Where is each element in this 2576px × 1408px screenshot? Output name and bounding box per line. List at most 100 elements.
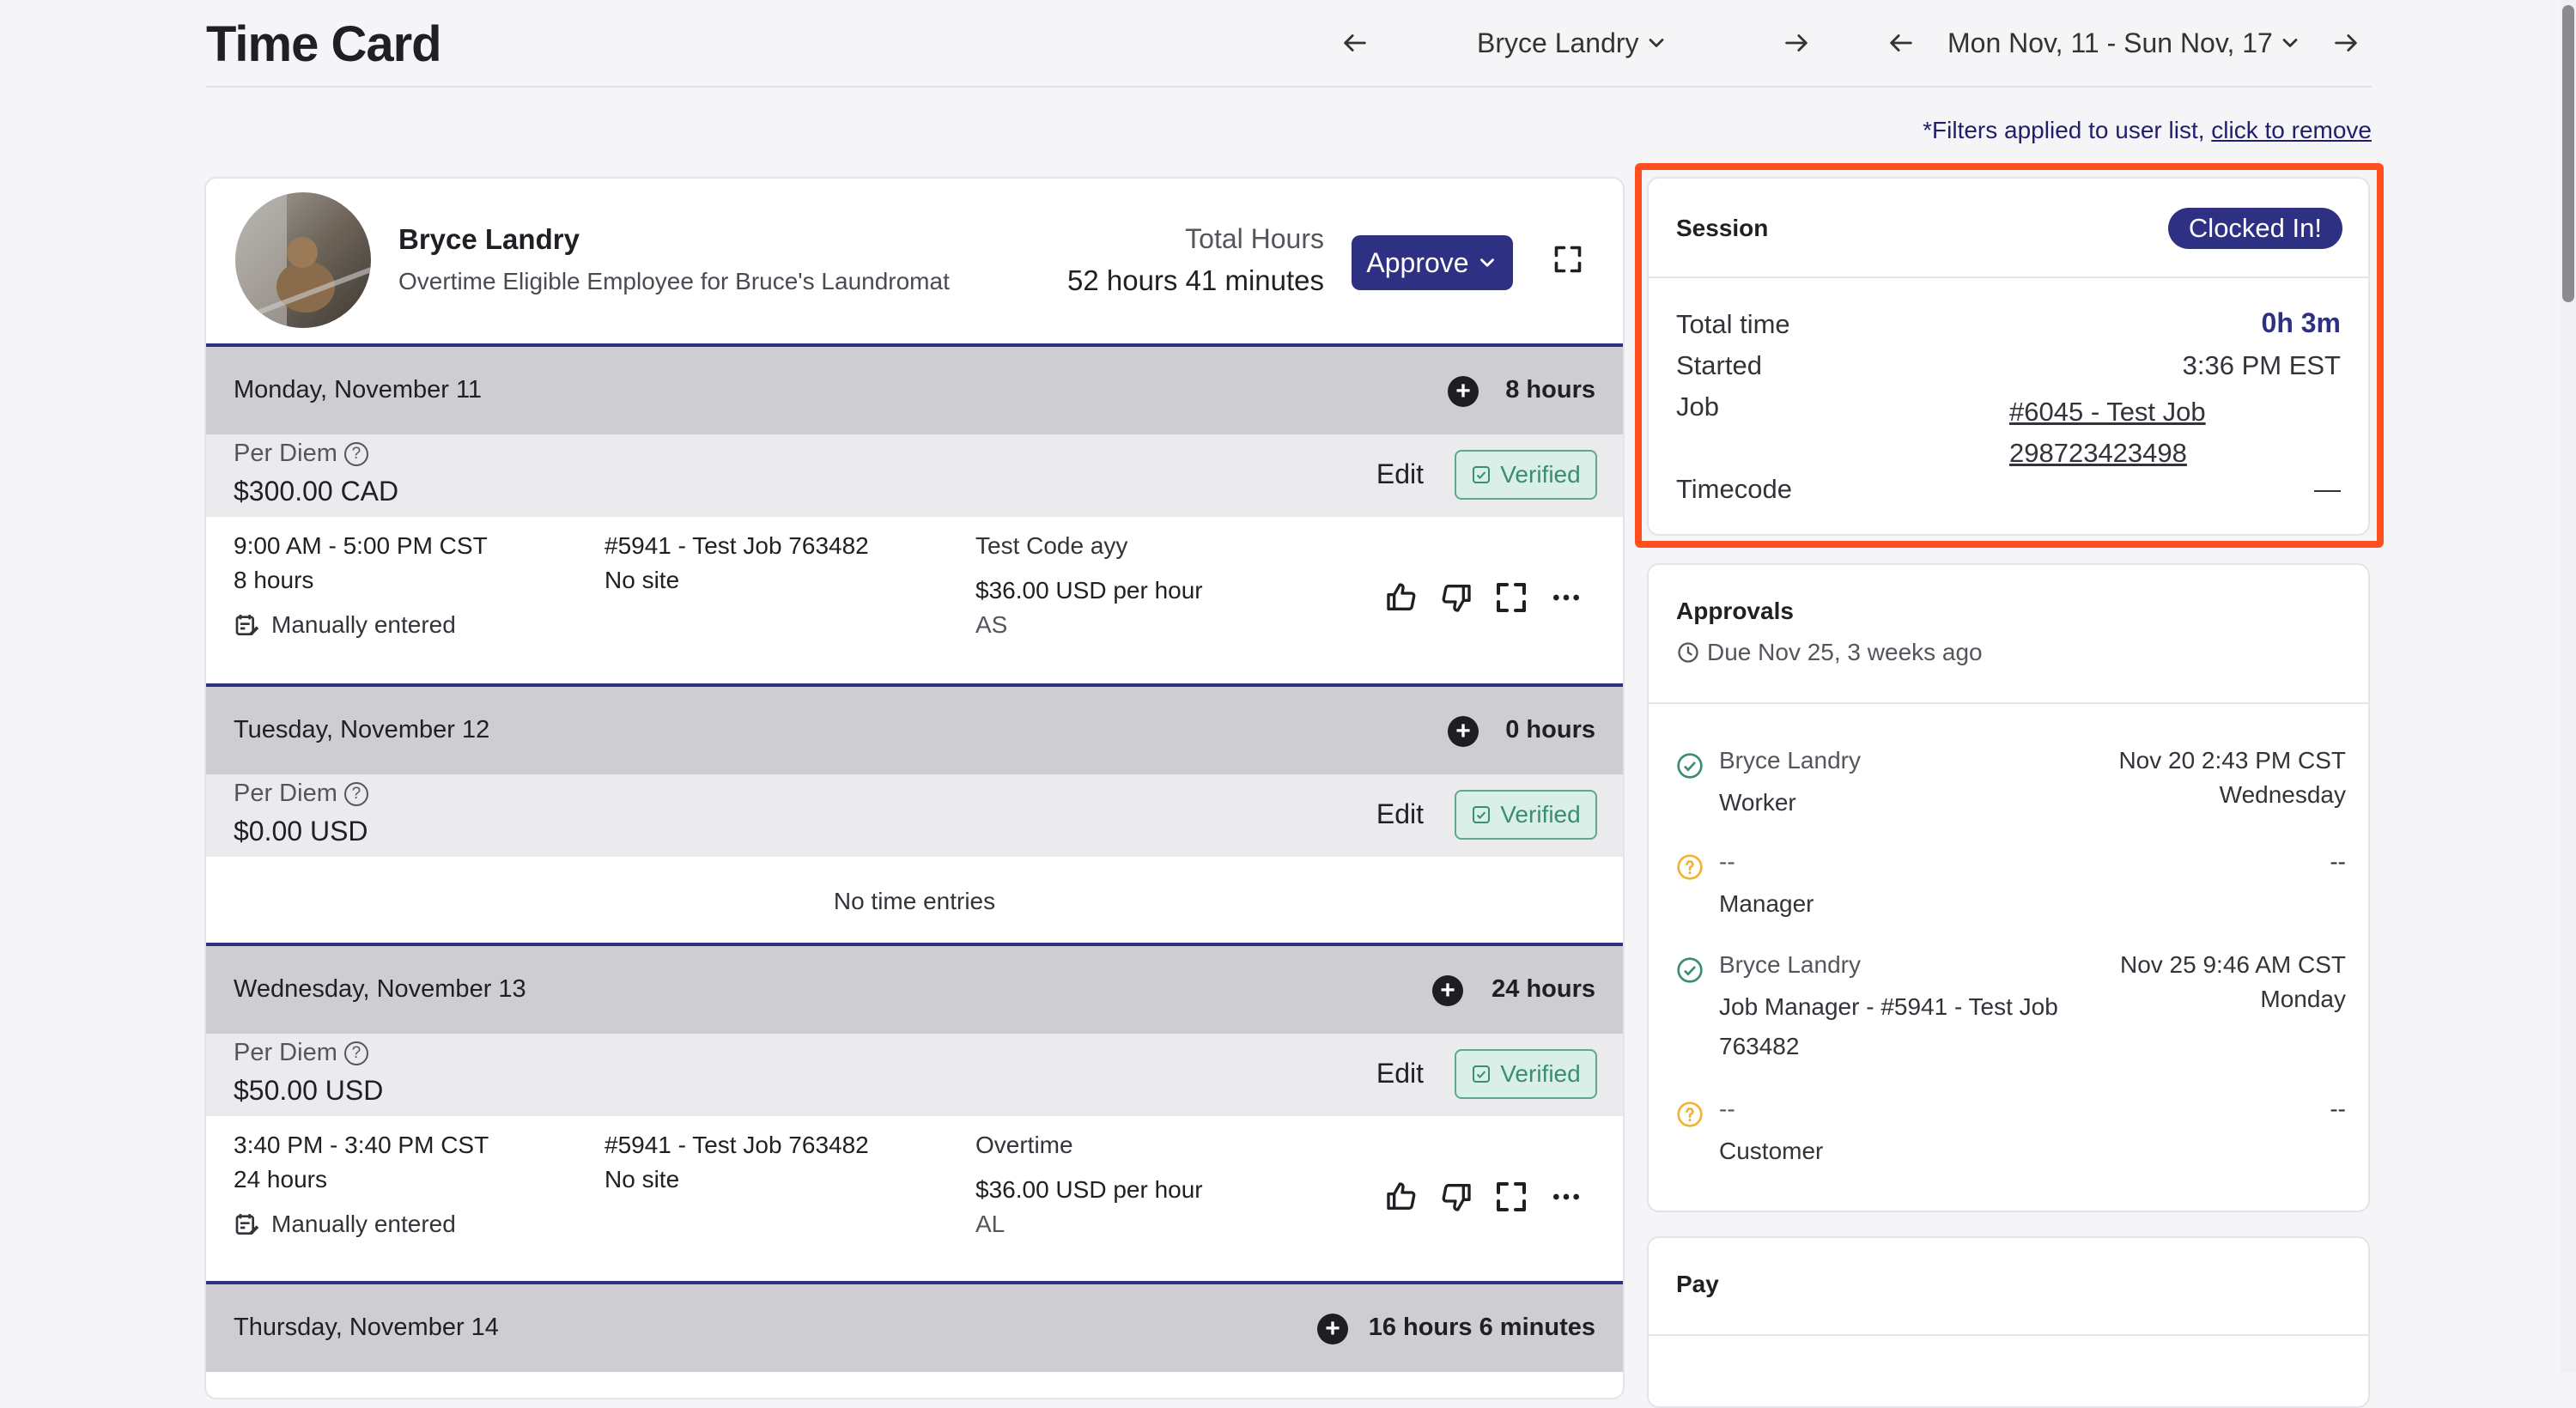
per-diem-amount: $300.00 CAD bbox=[234, 476, 399, 507]
thumbs-down-icon[interactable] bbox=[1439, 1180, 1473, 1214]
add-entry-button[interactable]: + bbox=[1448, 716, 1479, 747]
day-header: Monday, November 11 + 8 hours bbox=[206, 343, 1623, 434]
more-options-icon[interactable] bbox=[1549, 580, 1583, 615]
verified-label: Verified bbox=[1500, 801, 1581, 828]
timecode-value: — bbox=[2314, 474, 2341, 504]
chevron-down-icon bbox=[1649, 39, 1663, 47]
day-header: Tuesday, November 12 + 0 hours bbox=[206, 683, 1623, 774]
add-entry-button[interactable]: + bbox=[1317, 1314, 1348, 1344]
time-entry[interactable]: 3:40 PM - 3:40 PM CST 24 hours Manually … bbox=[206, 1116, 1623, 1284]
approver-name: Bryce Landry bbox=[1719, 747, 1861, 774]
day-name: Wednesday, November 13 bbox=[234, 975, 526, 1003]
date-range-label: Mon Nov, 11 - Sun Nov, 17 bbox=[1947, 27, 2273, 58]
job-label: Job bbox=[1676, 391, 1719, 422]
check-square-icon bbox=[1473, 806, 1491, 823]
arrow-left-icon bbox=[1344, 34, 1366, 52]
pay-card: Pay bbox=[1647, 1236, 2370, 1408]
approver-role: Worker bbox=[1719, 789, 1796, 816]
approver-name: -- bbox=[1719, 848, 1735, 875]
manual-entry-icon bbox=[235, 615, 259, 635]
verified-label: Verified bbox=[1500, 1060, 1581, 1087]
approval-date: Nov 20 2:43 PM CST bbox=[2118, 747, 2346, 774]
arrow-right-icon bbox=[2335, 34, 2357, 52]
day-hours: 8 hours bbox=[1505, 376, 1595, 404]
add-entry-button[interactable]: + bbox=[1432, 975, 1463, 1006]
approve-button[interactable]: Approve bbox=[1352, 235, 1513, 290]
no-time-entries: No time entries bbox=[206, 857, 1623, 946]
next-week-button[interactable] bbox=[2327, 24, 2365, 62]
pay-title: Pay bbox=[1676, 1271, 1719, 1297]
entry-job: #5941 - Test Job 763482 bbox=[605, 532, 869, 559]
divider bbox=[1649, 276, 2368, 278]
day-hours: 24 hours bbox=[1492, 975, 1595, 1003]
thumbs-down-icon[interactable] bbox=[1439, 580, 1473, 615]
help-icon[interactable]: ? bbox=[343, 1041, 368, 1065]
filter-note-text: *Filters applied to user list, bbox=[1923, 117, 2212, 143]
question-circle-icon bbox=[1677, 854, 1703, 880]
prev-week-button[interactable] bbox=[1882, 24, 1920, 62]
question-circle-icon bbox=[1677, 1102, 1703, 1127]
divider bbox=[1649, 702, 2368, 704]
per-diem-label: Per Diem bbox=[234, 440, 337, 467]
approver-name: Bryce Landry bbox=[1719, 951, 1861, 978]
approval-date: Nov 25 9:46 AM CST bbox=[2119, 951, 2346, 978]
session-title: Session bbox=[1676, 215, 1769, 241]
chevron-down-icon bbox=[1479, 258, 1494, 267]
edit-per-diem-button[interactable]: Edit bbox=[1376, 1058, 1424, 1089]
verified-label: Verified bbox=[1500, 461, 1581, 488]
approval-day: Monday bbox=[2260, 986, 2346, 1012]
scrollbar-thumb[interactable] bbox=[2562, 5, 2574, 302]
remove-filters-link[interactable]: click to remove bbox=[2211, 117, 2372, 143]
day-name: Tuesday, November 12 bbox=[234, 716, 490, 743]
check-square-icon bbox=[1473, 466, 1491, 483]
filter-note: *Filters applied to user list, click to … bbox=[1923, 117, 2372, 144]
entry-source: Manually entered bbox=[271, 1211, 456, 1237]
approval-item: -- Manager -- bbox=[1676, 848, 2346, 943]
approve-label: Approve bbox=[1366, 246, 1469, 278]
thumbs-up-icon[interactable] bbox=[1384, 580, 1419, 615]
edit-per-diem-button[interactable]: Edit bbox=[1376, 798, 1424, 830]
entry-source: Manually entered bbox=[271, 611, 456, 638]
day-name: Monday, November 11 bbox=[234, 376, 483, 404]
time-entry[interactable]: 9:00 AM - 5:00 PM CST 8 hours Manually e… bbox=[206, 517, 1623, 685]
day-header: Wednesday, November 13 + 24 hours bbox=[206, 943, 1623, 1034]
session-job-line2: 298723423498 bbox=[2009, 438, 2187, 468]
help-icon[interactable]: ? bbox=[343, 441, 368, 466]
prev-employee-button[interactable] bbox=[1336, 24, 1374, 62]
date-range-select[interactable]: Mon Nov, 11 - Sun Nov, 17 bbox=[1947, 19, 2302, 67]
approval-date: -- bbox=[2330, 848, 2346, 875]
approvals-card: Approvals Due Nov 25, 3 weeks ago Bryce … bbox=[1647, 563, 2370, 1212]
more-options-icon[interactable] bbox=[1549, 1180, 1583, 1214]
timecode-label: Timecode bbox=[1676, 474, 1792, 504]
edit-per-diem-button[interactable]: Edit bbox=[1376, 458, 1424, 490]
expand-icon[interactable] bbox=[1494, 580, 1528, 615]
timecard-panel: Bryce Landry Overtime Eligible Employee … bbox=[204, 177, 1625, 1399]
expand-icon[interactable] bbox=[1494, 1180, 1528, 1214]
arrow-right-icon bbox=[1785, 34, 1807, 52]
per-diem-amount: $0.00 USD bbox=[234, 816, 368, 847]
employee-select[interactable]: Bryce Landry bbox=[1477, 19, 1668, 67]
help-icon[interactable]: ? bbox=[343, 781, 368, 806]
manual-entry-icon bbox=[235, 1214, 259, 1235]
per-diem-amount: $50.00 USD bbox=[234, 1075, 384, 1106]
per-diem-label: Per Diem bbox=[234, 780, 337, 807]
entry-job: #5941 - Test Job 763482 bbox=[605, 1132, 869, 1158]
verified-badge: Verified bbox=[1455, 1049, 1597, 1099]
per-diem-row: Per Diem? $300.00 CAD Edit Verified bbox=[206, 434, 1623, 517]
check-circle-icon bbox=[1677, 957, 1703, 983]
session-job-link[interactable]: #6045 - Test Job 298723423498 bbox=[2009, 391, 2206, 474]
entry-site: No site bbox=[605, 1166, 680, 1193]
arrow-left-icon bbox=[1890, 34, 1912, 52]
add-entry-button[interactable]: + bbox=[1448, 376, 1479, 407]
check-square-icon bbox=[1473, 1065, 1491, 1083]
entry-site: No site bbox=[605, 567, 680, 593]
approvals-due: Due Nov 25, 3 weeks ago bbox=[1707, 639, 1983, 665]
approval-item: Bryce Landry Worker Nov 20 2:43 PM CST W… bbox=[1676, 747, 2346, 841]
approvals-title: Approvals bbox=[1676, 598, 1794, 624]
thumbs-up-icon[interactable] bbox=[1384, 1180, 1419, 1214]
approval-item: -- Customer -- bbox=[1676, 1095, 2346, 1190]
next-employee-button[interactable] bbox=[1777, 24, 1815, 62]
check-circle-icon bbox=[1677, 753, 1703, 779]
expand-icon[interactable] bbox=[1552, 244, 1583, 275]
approver-role: Job Manager - #5941 - Test Job 763482 bbox=[1719, 993, 2058, 1059]
